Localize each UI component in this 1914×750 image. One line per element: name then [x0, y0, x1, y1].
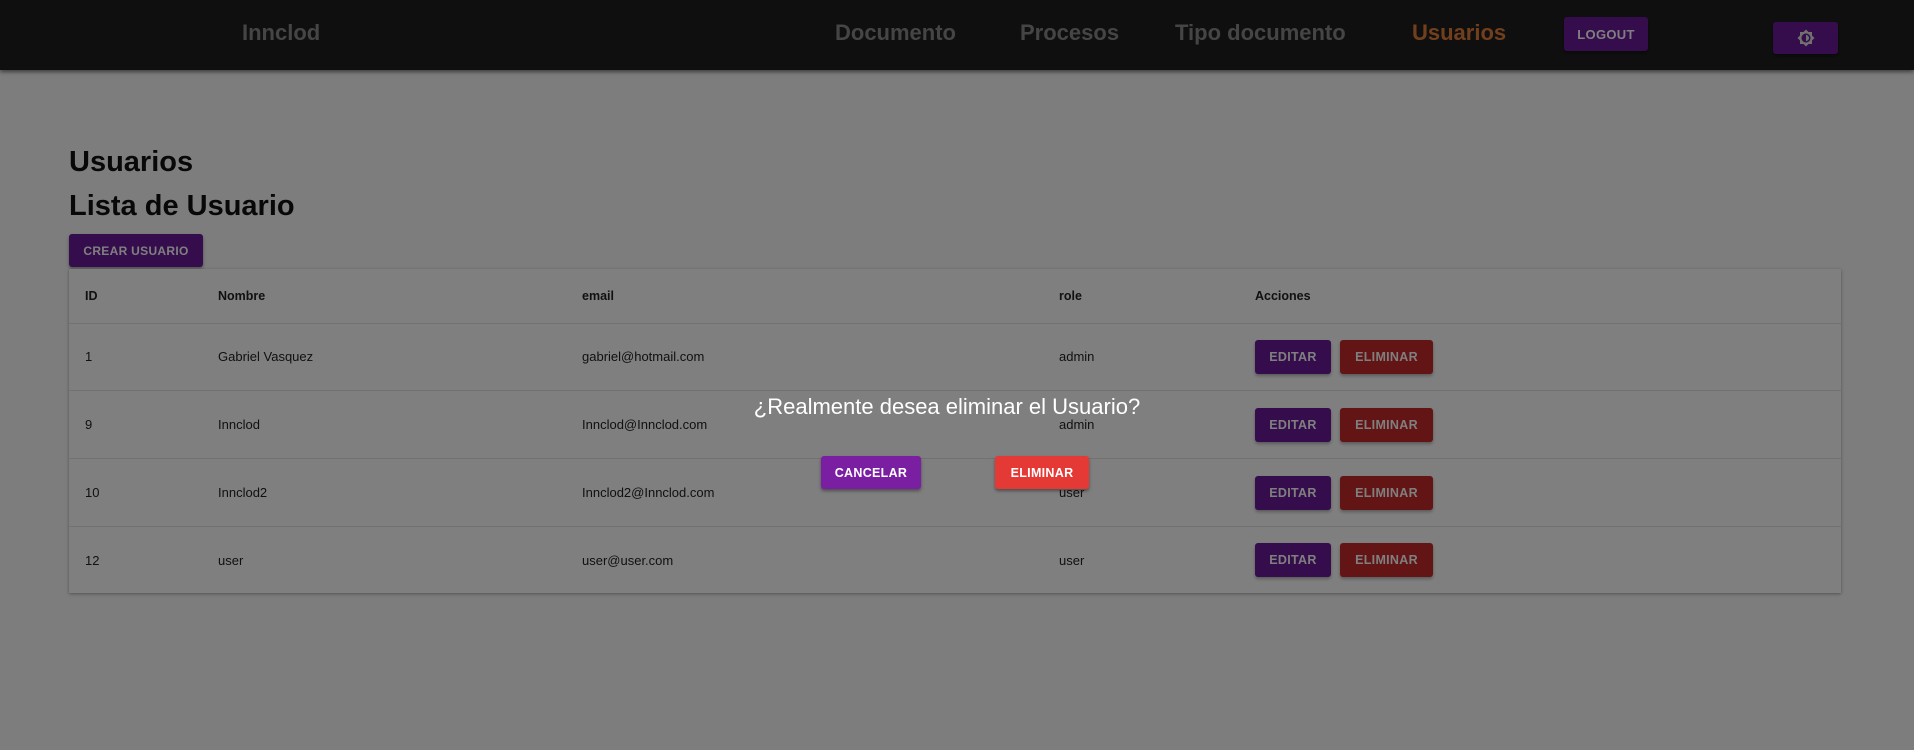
dialog-confirm-delete-button[interactable]: ELIMINAR	[995, 456, 1089, 489]
confirm-dialog-message: ¿Realmente desea eliminar el Usuario?	[753, 394, 1141, 419]
dialog-cancel-button[interactable]: CANCELAR	[821, 456, 921, 489]
modal-backdrop[interactable]: ¿Realmente desea eliminar el Usuario? CA…	[0, 0, 1914, 750]
